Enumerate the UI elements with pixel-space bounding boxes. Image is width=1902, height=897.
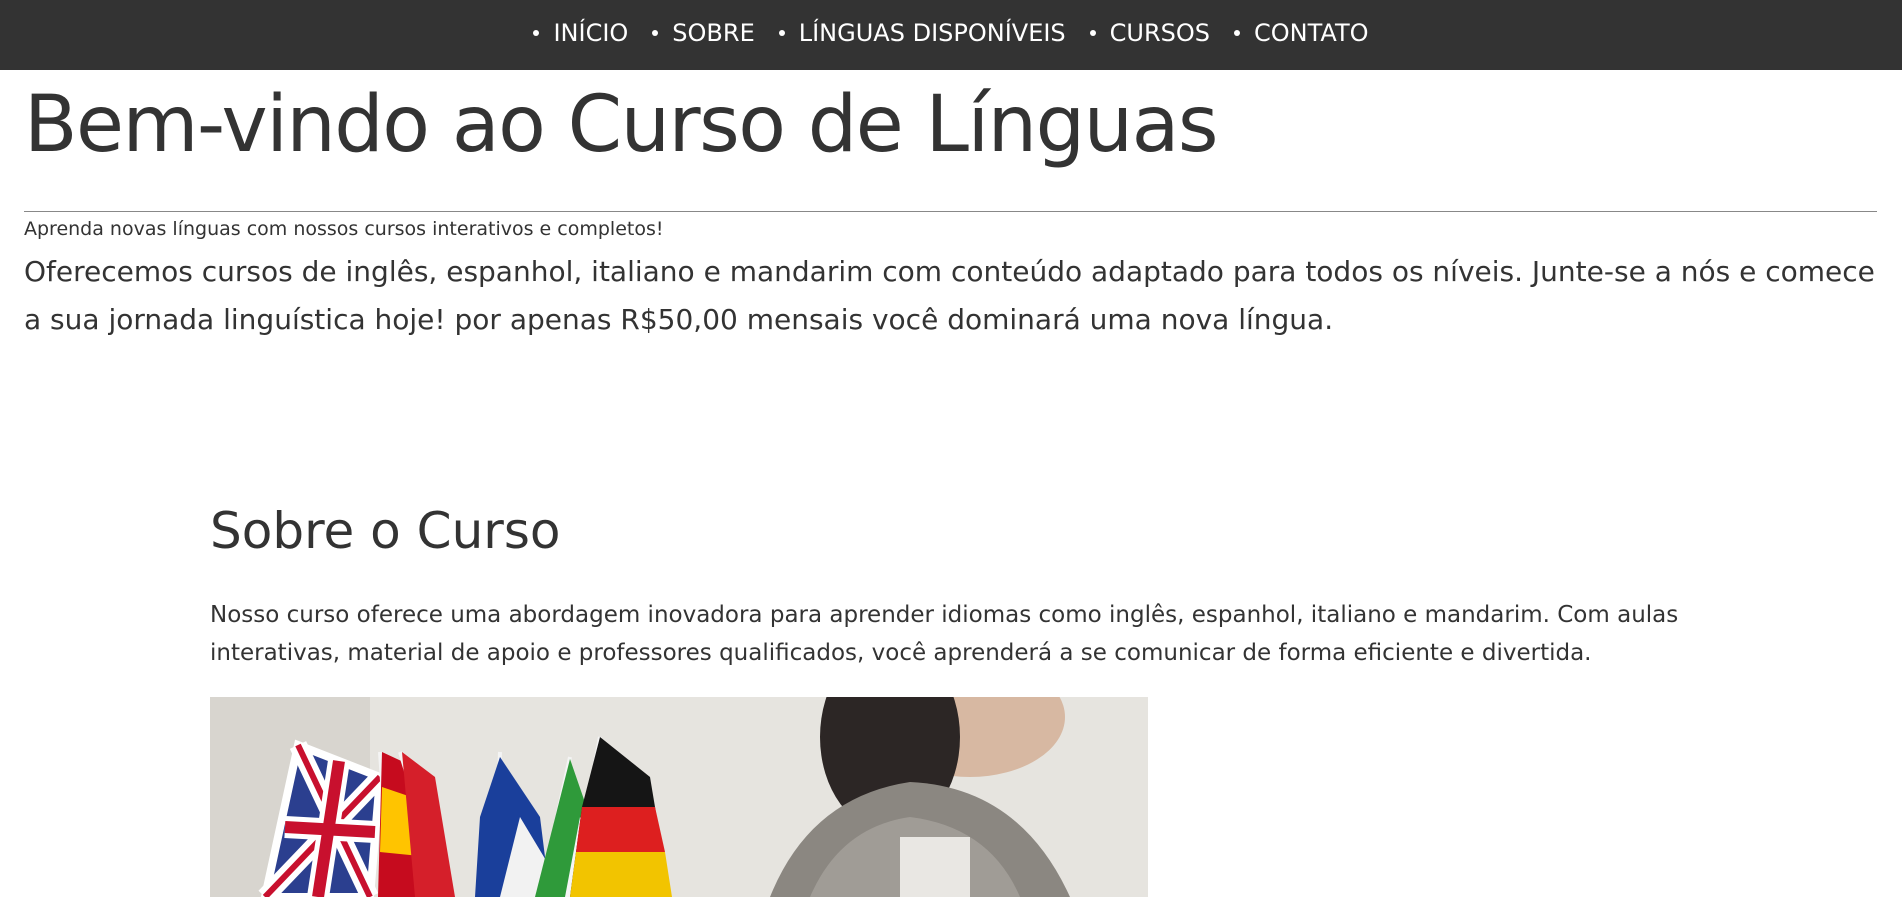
hero-description: Oferecemos cursos de inglês, espanhol, i… bbox=[24, 255, 1875, 336]
nav-item-label: INÍCIO bbox=[553, 19, 629, 47]
bullet-icon bbox=[652, 30, 659, 36]
page-title: Bem-vindo ao Curso de Línguas bbox=[24, 80, 1219, 170]
bullet-icon bbox=[533, 30, 540, 36]
flags-illustration bbox=[210, 697, 1148, 897]
flags-photo bbox=[210, 697, 1148, 897]
nav-list: INÍCIO SOBRE LÍNGUAS DISPONÍVEIS CURSOS … bbox=[0, 0, 1902, 66]
nav-item-label: LÍNGUAS DISPONÍVEIS bbox=[798, 19, 1066, 47]
nav-item-contato[interactable]: CONTATO bbox=[1234, 19, 1369, 47]
nav-item-sobre[interactable]: SOBRE bbox=[652, 19, 755, 47]
about-section-title: Sobre o Curso bbox=[210, 502, 561, 560]
nav-item-inicio[interactable]: INÍCIO bbox=[533, 19, 628, 47]
bullet-icon bbox=[1234, 30, 1241, 36]
top-navbar: INÍCIO SOBRE LÍNGUAS DISPONÍVEIS CURSOS … bbox=[0, 0, 1902, 70]
bullet-icon bbox=[1089, 30, 1096, 36]
nav-item-label: CONTATO bbox=[1254, 19, 1369, 47]
divider bbox=[24, 211, 1877, 212]
hero-tagline: Aprenda novas línguas com nossos cursos … bbox=[24, 218, 664, 240]
nav-item-cursos[interactable]: CURSOS bbox=[1089, 19, 1211, 47]
nav-item-linguas-disponiveis[interactable]: LÍNGUAS DISPONÍVEIS bbox=[778, 19, 1066, 47]
about-section-text: Nosso curso oferece uma abordagem inovad… bbox=[210, 602, 1679, 666]
bullet-icon bbox=[778, 30, 785, 36]
nav-item-label: CURSOS bbox=[1109, 19, 1211, 47]
nav-item-label: SOBRE bbox=[672, 19, 755, 47]
